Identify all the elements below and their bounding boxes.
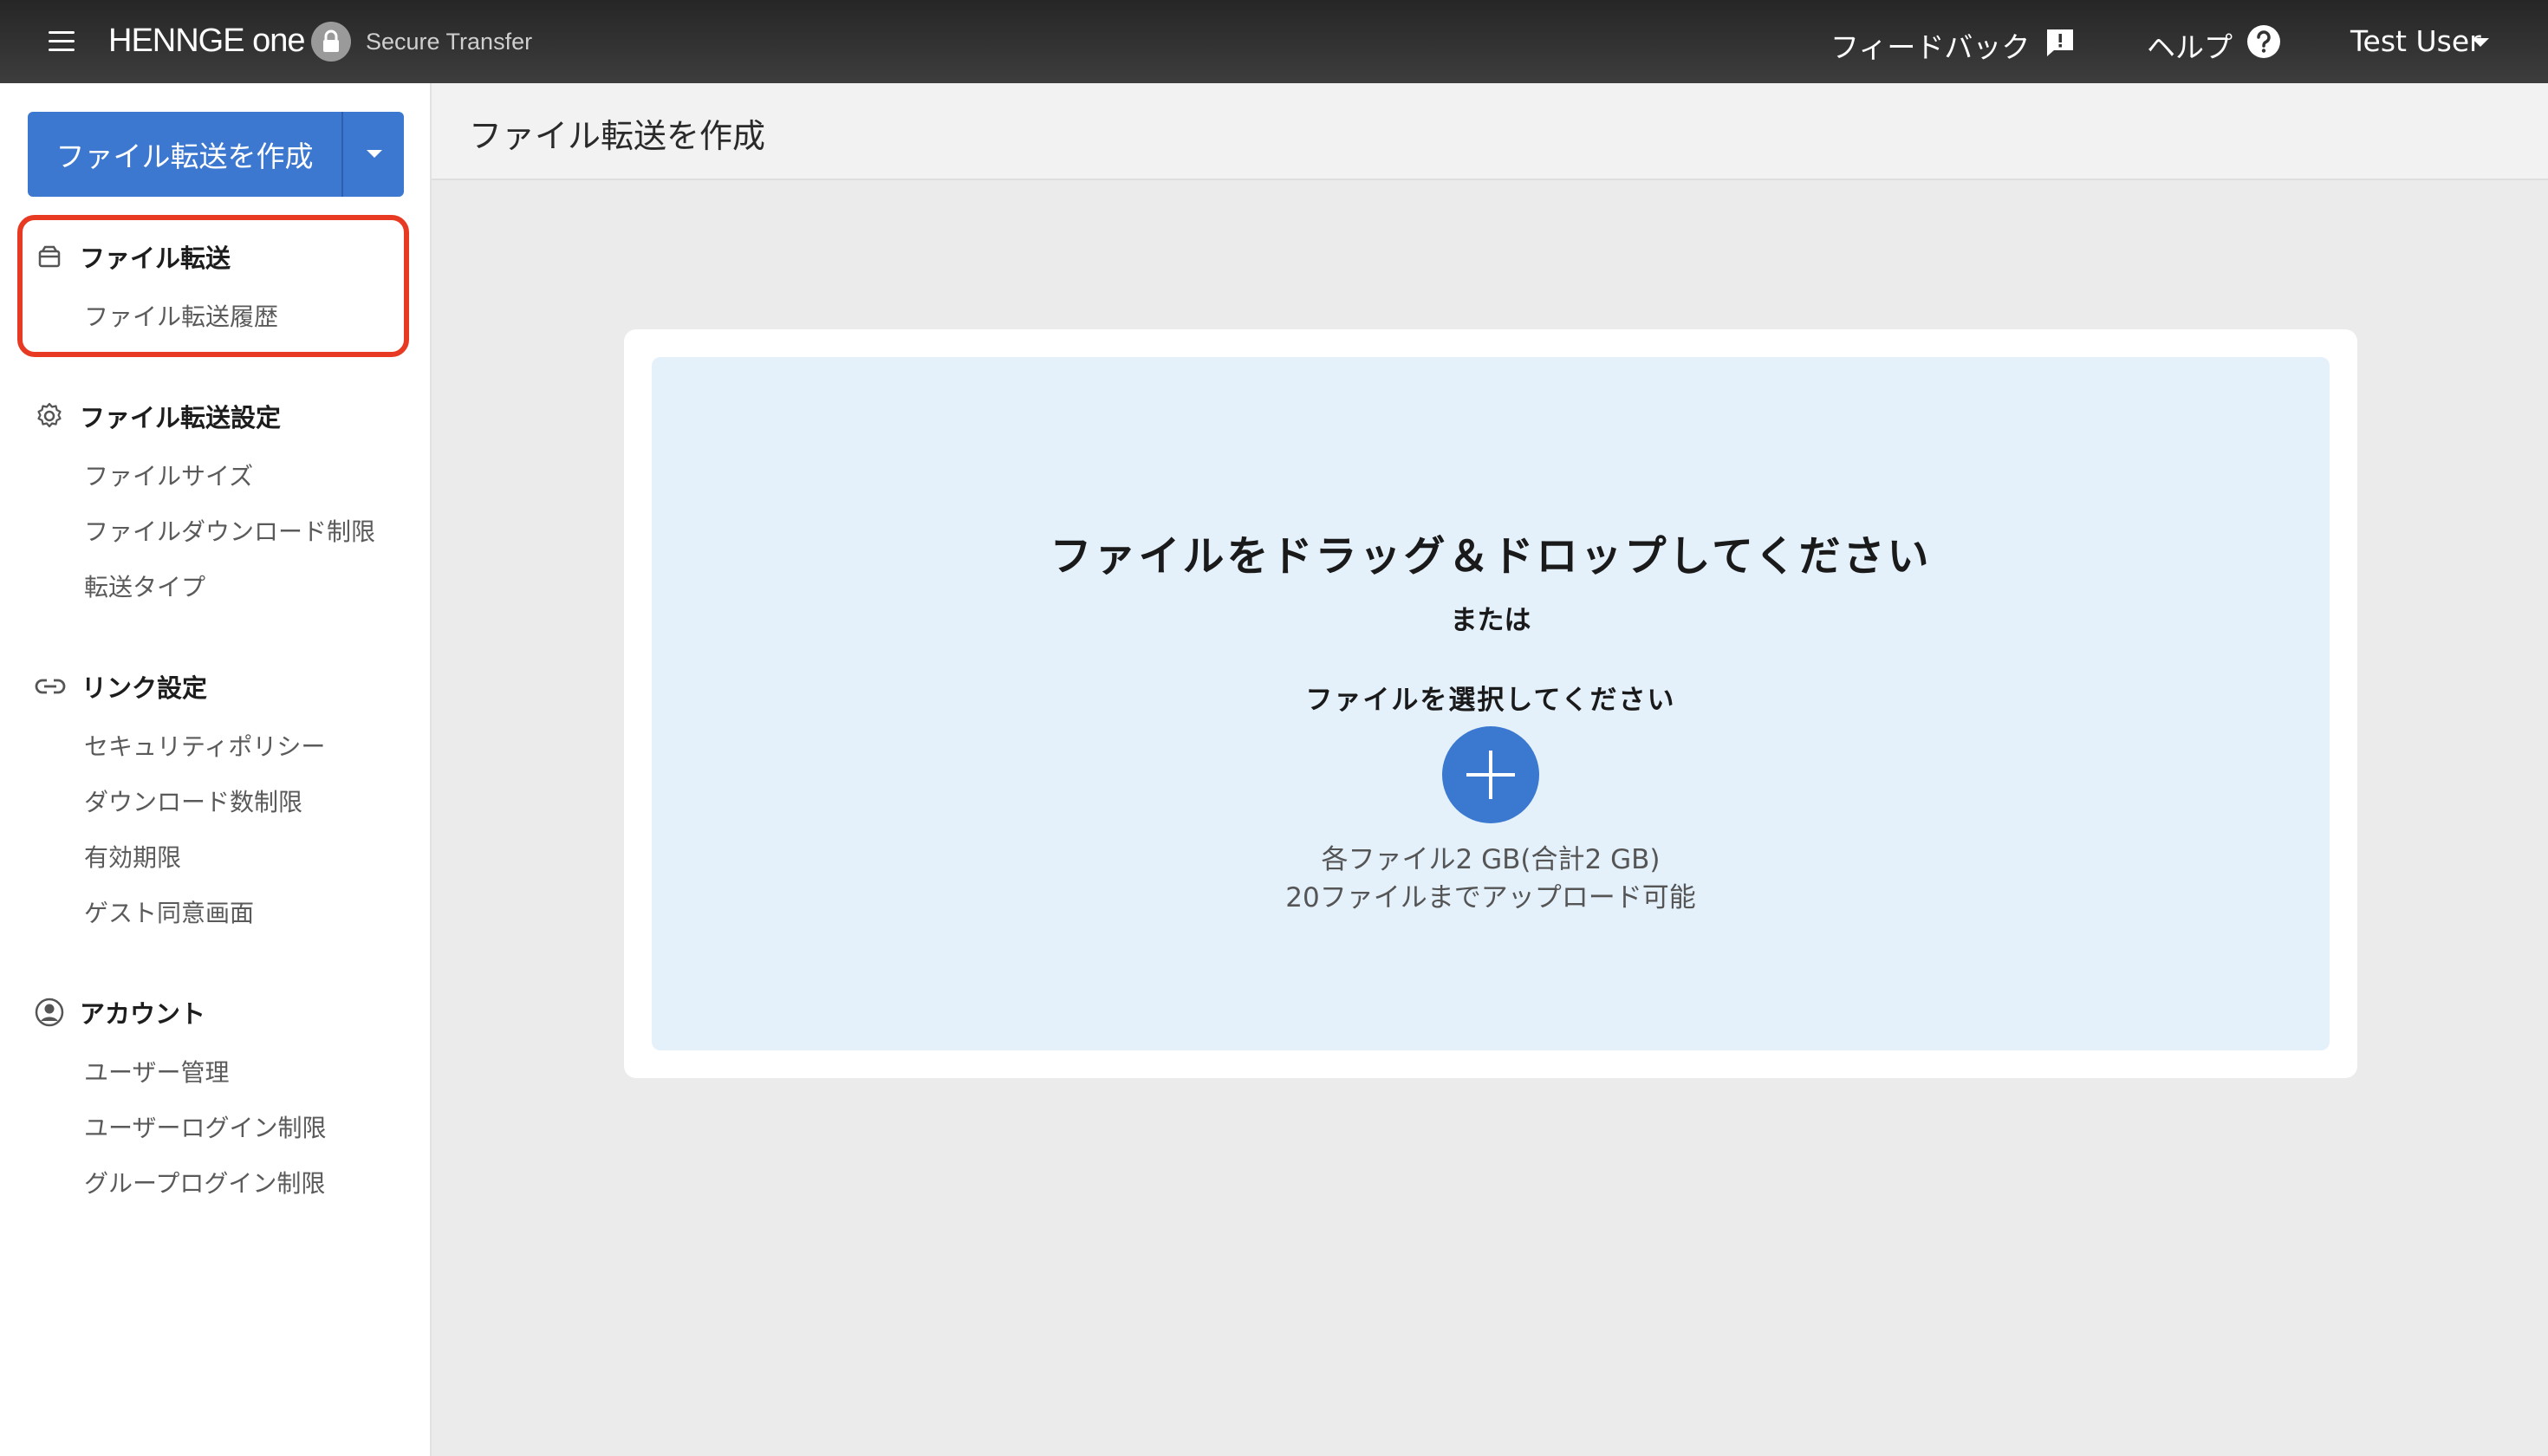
feedback-icon[interactable] (2044, 26, 2077, 62)
sidebar-item-transfer-type[interactable]: 転送タイプ (84, 569, 205, 603)
upload-card: ファイルをドラッグ＆ドロップしてください または ファイルを選択してください 各… (624, 329, 2357, 1078)
sidebar-item-transfer-history[interactable]: ファイル転送履歴 (84, 298, 278, 333)
add-file-button[interactable] (1442, 726, 1539, 823)
user-menu[interactable]: Test User (2350, 24, 2481, 58)
sidebar-item-file-download-limit[interactable]: ファイルダウンロード制限 (84, 513, 375, 548)
sidebar-item-security-policy[interactable]: セキュリティポリシー (84, 728, 325, 763)
gear-icon (37, 402, 62, 428)
product-name: Secure Transfer (366, 29, 533, 55)
caret-down-icon (367, 150, 382, 158)
sidebar-item-expiration[interactable]: 有効期限 (84, 839, 181, 874)
sidebar-section-label: アカウント (80, 999, 206, 1029)
feedback-link[interactable]: フィードバック (1830, 24, 2030, 66)
page-title: ファイル転送を作成 (469, 117, 766, 155)
sidebar-item-file-size[interactable]: ファイルサイズ (84, 458, 253, 492)
chevron-down-icon[interactable] (2472, 38, 2489, 47)
dropzone-select-text: ファイルを選択してください (1305, 685, 1676, 716)
link-icon (35, 679, 66, 694)
sidebar-section-label: ファイル転送設定 (80, 403, 282, 432)
sidebar-section-link-settings[interactable]: リンク設定 (35, 669, 207, 704)
brand-logo: HENNGE one (108, 23, 306, 59)
sidebar-section-label: リンク設定 (81, 673, 208, 703)
sidebar-section-label: ファイル転送 (80, 244, 231, 273)
help-link[interactable]: ヘルプ (2147, 24, 2233, 66)
sidebar-item-user-login-limit[interactable]: ユーザーログイン制限 (84, 1109, 326, 1144)
dropzone-or-text: または (1450, 605, 1531, 636)
highlight-annotation (17, 215, 409, 357)
dropzone-title: ファイルをドラッグ＆ドロップしてください (1050, 532, 1932, 581)
file-count-limit-text: 20ファイルまでアップロード可能 (1285, 882, 1696, 913)
top-bar: HENNGE one Secure Transfer フィードバック ヘルプ T… (0, 0, 2548, 83)
sidebar-section-account[interactable]: アカウント (35, 995, 205, 1030)
sidebar-item-group-login-limit[interactable]: グループログイン制限 (84, 1165, 325, 1199)
create-transfer-dropdown-button[interactable] (341, 112, 404, 197)
file-size-limit-text: 各ファイル2 GB(合計2 GB) (1321, 844, 1661, 875)
secure-transfer-lock-icon (311, 22, 351, 62)
sidebar-item-download-count-limit[interactable]: ダウンロード数制限 (84, 783, 302, 818)
menu-icon[interactable] (49, 31, 75, 52)
create-transfer-button[interactable]: ファイル転送を作成 (28, 112, 341, 197)
sidebar-section-transfer-settings[interactable]: ファイル転送設定 (35, 399, 281, 433)
archive-box-icon (38, 245, 61, 268)
page-header: ファイル転送を作成 (432, 83, 2548, 180)
sidebar-section-file-transfer[interactable]: ファイル転送 (35, 239, 231, 274)
account-circle-icon (35, 998, 64, 1027)
file-dropzone[interactable]: ファイルをドラッグ＆ドロップしてください または ファイルを選択してください 各… (652, 357, 2330, 1050)
create-transfer-split-button: ファイル転送を作成 (28, 112, 404, 197)
sidebar-item-guest-consent[interactable]: ゲスト同意画面 (84, 894, 254, 929)
sidebar: ファイル転送を作成 ファイル転送 ファイル転送履歴 ファイル転送設定 ファイルサ… (0, 83, 432, 1456)
help-icon[interactable] (2246, 24, 2281, 62)
sidebar-item-user-management[interactable]: ユーザー管理 (84, 1054, 229, 1089)
